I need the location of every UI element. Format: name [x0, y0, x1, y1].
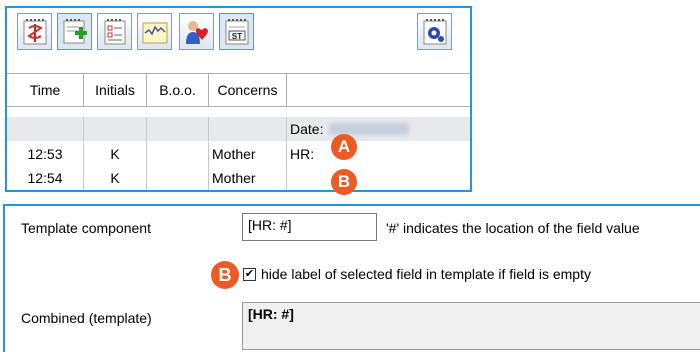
- patient-heart-icon: [185, 20, 208, 44]
- caduceus-notes-button[interactable]: [17, 13, 52, 50]
- caduceus-notes-icon: [23, 18, 46, 44]
- chart-graph-icon: [142, 22, 167, 43]
- table-row[interactable]: 12:54 K Mother: [7, 166, 470, 190]
- patient-heart-button[interactable]: [179, 13, 214, 50]
- cell-initials: K: [84, 142, 147, 166]
- callout-badge-b-settings: B: [211, 261, 239, 289]
- column-header-concerns[interactable]: Concerns: [209, 74, 287, 107]
- add-entry-button[interactable]: [57, 13, 92, 50]
- checklist-icon: [104, 18, 125, 44]
- column-header-extra: [287, 74, 470, 107]
- callout-badge-a: A: [331, 134, 357, 160]
- column-header-time[interactable]: Time: [7, 74, 84, 107]
- cell-boo: [147, 166, 209, 190]
- template-hint-text: '#' indicates the location of the field …: [386, 220, 640, 236]
- hide-label-text[interactable]: hide label of selected field in template…: [261, 266, 591, 282]
- entries-grid: Time Initials B.o.o. Concerns Date: 12:5…: [7, 73, 470, 191]
- template-component-label: Template component: [21, 220, 151, 236]
- settings-notes-icon: [423, 18, 446, 44]
- settings-notes-button[interactable]: [417, 13, 452, 50]
- column-header-initials[interactable]: Initials: [84, 74, 147, 107]
- date-row: Date:: [7, 117, 470, 141]
- callout-badge-b: B: [331, 169, 357, 195]
- add-entry-icon: [63, 18, 87, 43]
- cell-extra: [287, 166, 470, 190]
- chart-graph-button[interactable]: [137, 13, 172, 50]
- cell-time: 12:54: [7, 166, 84, 190]
- cell-concerns: Mother: [209, 142, 287, 166]
- cell-time: 12:53: [7, 142, 84, 166]
- st-label-button[interactable]: ST: [219, 13, 254, 50]
- st-icon-label: ST: [231, 32, 241, 41]
- entries-panel: ST Time Initials B.o.o. Concerns Date: 1…: [5, 6, 472, 195]
- date-label: Date:: [290, 121, 324, 137]
- cell-concerns: Mother: [209, 166, 287, 190]
- table-row[interactable]: 12:53 K Mother HR:: [7, 142, 470, 166]
- cell-boo: [147, 142, 209, 166]
- template-component-input[interactable]: [HR: #]: [242, 213, 377, 241]
- st-label-icon: ST: [225, 18, 248, 44]
- combined-template-label: Combined (template): [21, 310, 152, 326]
- template-settings-panel: Template component [HR: #] '#' indicates…: [3, 204, 700, 352]
- cell-initials: K: [84, 166, 147, 190]
- column-header-boo[interactable]: B.o.o.: [147, 74, 209, 107]
- checklist-button[interactable]: [97, 13, 132, 50]
- cell-extra: HR:: [290, 146, 315, 162]
- combined-template-output: [HR: #]: [242, 302, 700, 350]
- hide-label-checkbox[interactable]: ✔: [243, 268, 256, 281]
